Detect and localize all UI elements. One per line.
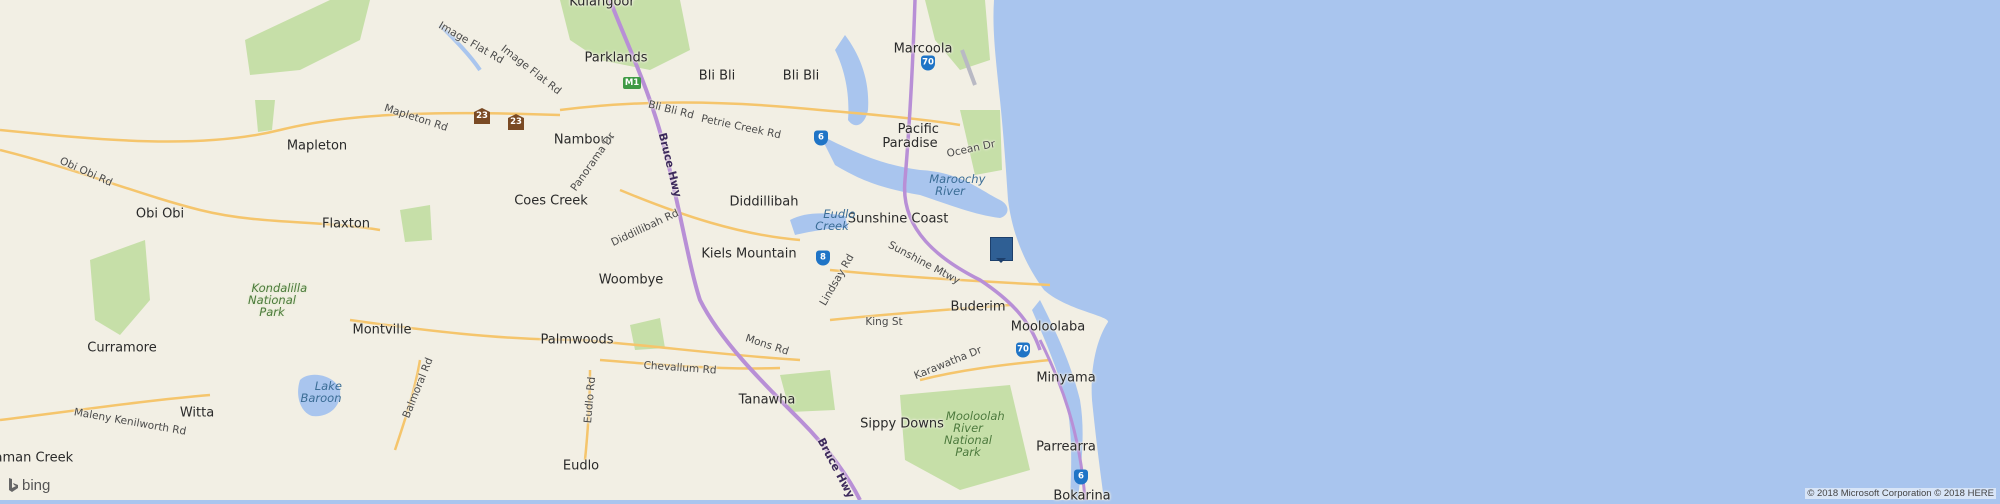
place-maleny-creek: laman Creek: [0, 451, 73, 466]
place-label: Parrearra: [1036, 439, 1096, 455]
place-label: Kulangoor: [569, 0, 635, 10]
park-small-2: [400, 205, 432, 242]
place-label: Obi Obi: [135, 206, 185, 222]
water-eudlo-creek: Eudlo Creek: [809, 196, 856, 244]
place-label: Woombye: [598, 272, 664, 288]
shield-label: 23: [476, 111, 488, 121]
park-label-kondalilla: Kondalilla National Park: [237, 270, 307, 330]
shield-label: M1: [624, 78, 640, 88]
place-palmwoods: Palmwoods: [540, 333, 613, 348]
place-coes-creek: Coes Creek: [514, 194, 588, 209]
bing-wordmark: bing: [22, 477, 51, 494]
place-parklands: Parklands: [585, 51, 648, 66]
place-bokarina: Bokarina: [1053, 489, 1110, 504]
water-label: Lake Baroon: [300, 379, 342, 405]
road-label-king-st: King St: [865, 316, 902, 328]
place-buderim: Buderim: [950, 300, 1005, 315]
place-kulangoor: Kulangoor: [569, 0, 634, 10]
place-mooloolaba: Mooloolaba: [1011, 320, 1085, 335]
copyright-text: © 2018 Microsoft Corporation © 2018 HERE: [1807, 488, 1994, 499]
route-shield-6a: 6: [814, 130, 828, 146]
place-label: Witta: [179, 405, 215, 421]
place-label: Coes Creek: [514, 193, 588, 209]
place-label: Eudlo: [562, 458, 600, 474]
place-label: Diddillibah: [729, 194, 799, 210]
place-tanawha: Tanawha: [739, 393, 796, 408]
place-flaxton: Flaxton: [322, 217, 370, 232]
shield-label: 70: [1017, 344, 1029, 355]
shield-label: 6: [1078, 471, 1084, 482]
place-label: Bli Bli: [698, 68, 736, 84]
water-lake-baroon: Lake Baroon: [300, 368, 342, 416]
road-label: King St: [865, 316, 903, 328]
bing-logo[interactable]: bing: [8, 477, 50, 494]
place-eudlo: Eudlo: [563, 459, 599, 474]
place-label: Bokarina: [1053, 488, 1111, 504]
place-label: Mapleton: [286, 138, 348, 154]
park-label: Kondalilla National Park: [248, 281, 308, 319]
place-marcoola: Marcoola: [894, 42, 953, 57]
park-label-mooloolah: Mooloolah River National Park: [931, 398, 1005, 470]
place-label: Minyama: [1036, 370, 1096, 386]
place-parrearra: Parrearra: [1036, 440, 1096, 455]
map-canvas[interactable]: Kulangoor Parklands Bli Bli Bli Bli Marc…: [0, 0, 2000, 504]
place-label: Parklands: [584, 50, 648, 66]
place-bli-bli-1: Bli Bli: [699, 69, 735, 84]
place-witta: Witta: [180, 406, 214, 421]
place-label: laman Creek: [0, 450, 74, 466]
place-minyama: Minyama: [1036, 371, 1095, 386]
place-mapleton: Mapleton: [287, 139, 347, 154]
place-label: Kiels Mountain: [701, 246, 797, 262]
place-label: Curramore: [87, 340, 157, 356]
route-shield-8: 8: [816, 250, 830, 266]
place-label: Montville: [352, 322, 412, 338]
place-label: Mooloolaba: [1010, 319, 1086, 335]
map-copyright: © 2018 Microsoft Corporation © 2018 HERE: [1805, 488, 1996, 499]
shield-label: 23: [510, 117, 522, 127]
route-shield-m1: M1: [623, 77, 641, 89]
place-label: Sunshine Coast: [847, 211, 949, 227]
water-label: Maroochy River: [929, 172, 986, 198]
route-shield-70b: 70: [1016, 342, 1030, 358]
place-diddillibah: Diddillibah: [729, 195, 798, 210]
place-label: Pacific Paradise: [882, 122, 939, 151]
place-sunshine-coast: Sunshine Coast: [848, 212, 949, 227]
route-shield-70a: 70: [921, 55, 935, 71]
shield-label: 8: [820, 252, 826, 263]
water-label: Eudlo Creek: [815, 207, 856, 233]
place-label: Buderim: [950, 299, 1006, 315]
place-label: Palmwoods: [540, 332, 614, 348]
place-obi-obi: Obi Obi: [136, 207, 184, 222]
place-kiels-mountain: Kiels Mountain: [701, 247, 796, 262]
route-shield-6b: 6: [1074, 469, 1088, 485]
place-montville: Montville: [352, 323, 411, 338]
shield-label: 70: [922, 57, 934, 68]
place-label: Marcoola: [893, 41, 953, 57]
place-label: Bli Bli: [782, 68, 820, 84]
place-woombye: Woombye: [599, 273, 664, 288]
shield-label: 6: [818, 132, 824, 143]
place-label: Flaxton: [321, 216, 371, 232]
place-curramore: Curramore: [87, 341, 156, 356]
park-label: Mooloolah River National Park: [944, 409, 1005, 459]
location-pin-tip: [996, 258, 1006, 263]
place-label: Tanawha: [738, 392, 796, 408]
water-maroochy-river: Maroochy River: [915, 161, 986, 209]
park-small-1: [255, 100, 275, 132]
bing-b-icon: [9, 478, 18, 492]
place-pacific-paradise: Pacific Paradise: [881, 109, 939, 165]
place-bli-bli-2: Bli Bli: [783, 69, 819, 84]
